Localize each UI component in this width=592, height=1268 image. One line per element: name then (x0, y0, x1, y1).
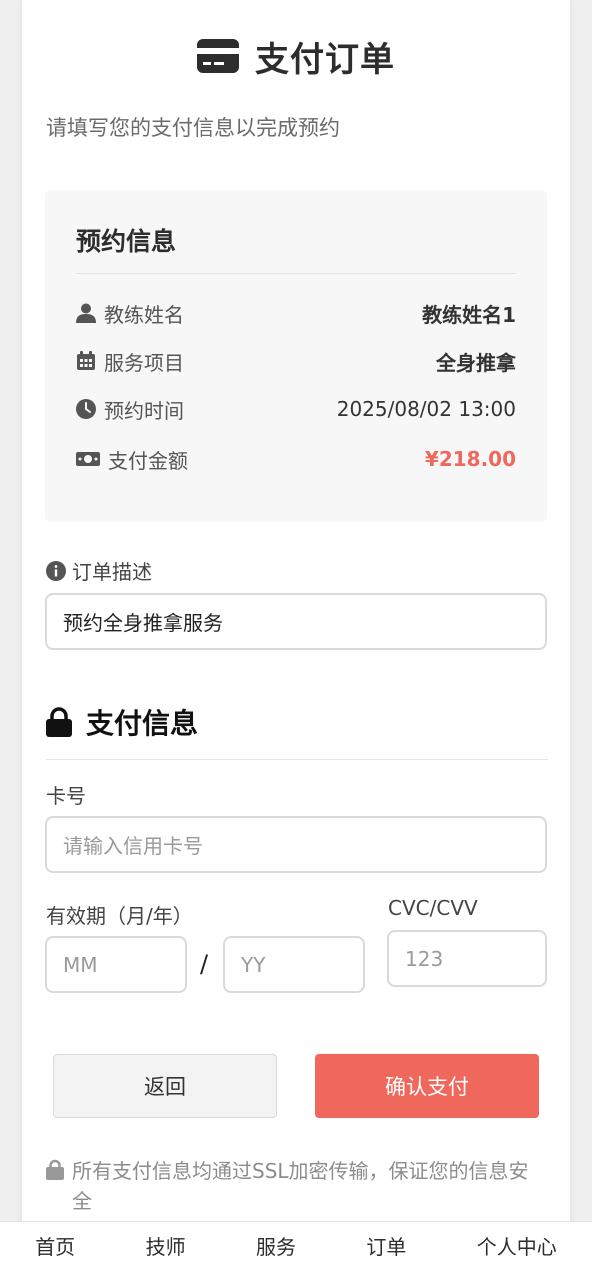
payment-card: 支付订单 请填写您的支付信息以完成预约 预约信息 教练姓名 教练姓名1 服务项目… (22, 0, 570, 1268)
info-icon (46, 560, 66, 581)
security-note-text: 所有支付信息均通过SSL加密传输，保证您的信息安全 (72, 1159, 529, 1213)
expiry-year-input[interactable]: YY (223, 936, 365, 993)
coach-name-row: 教练姓名 教练姓名1 (76, 298, 516, 328)
booking-info-title: 预约信息 (76, 227, 177, 256)
lock-icon (46, 1159, 64, 1180)
service-label: 服务项目 (104, 350, 184, 375)
cvc-label: CVC/CVV (388, 896, 478, 920)
confirm-payment-button[interactable]: 确认支付 (315, 1054, 539, 1118)
service-value: 全身推拿 (436, 350, 516, 375)
order-description-input[interactable]: 预约全身推拿服务 (45, 593, 547, 650)
page-title: 支付订单 (255, 39, 395, 80)
bottom-nav: 首页 技师 服务 订单 个人中心 (0, 1221, 592, 1268)
expiry-label: 有效期（月/年） (46, 904, 193, 928)
clock-icon (76, 399, 96, 419)
calendar-icon (77, 351, 95, 370)
cvc-input[interactable]: 123 (387, 930, 547, 987)
page-subtitle: 请填写您的支付信息以完成预约 (46, 116, 340, 140)
divider (76, 273, 516, 274)
nav-orders[interactable]: 订单 (366, 1231, 406, 1260)
back-button[interactable]: 返回 (53, 1054, 277, 1118)
card-number-input[interactable]: 请输入信用卡号 (45, 816, 547, 873)
coach-name-value: 教练姓名1 (422, 302, 516, 327)
nav-technicians[interactable]: 技师 (146, 1231, 186, 1260)
amount-row: 支付金额 ¥218.00 (76, 444, 516, 474)
time-row: 预约时间 2025/08/02 13:00 (76, 394, 516, 424)
divider (46, 759, 548, 760)
payment-info-title: 支付信息 (46, 702, 198, 742)
user-icon (76, 303, 96, 323)
credit-card-icon (197, 39, 239, 73)
expiry-separator: / (200, 950, 209, 978)
nav-profile[interactable]: 个人中心 (477, 1231, 557, 1260)
order-description-label: 订单描述 (46, 556, 152, 585)
money-icon (76, 452, 100, 466)
service-row: 服务项目 全身推拿 (76, 346, 516, 376)
amount-label: 支付金额 (108, 448, 188, 473)
coach-name-label: 教练姓名 (104, 302, 184, 327)
booking-info-box: 预约信息 教练姓名 教练姓名1 服务项目 全身推拿 预约时间 2025/08/0… (45, 190, 547, 522)
expiry-month-input[interactable]: MM (45, 936, 187, 993)
header: 支付订单 (22, 30, 570, 82)
time-value: 2025/08/02 13:00 (336, 397, 516, 421)
lock-icon (46, 707, 72, 737)
security-note: 所有支付信息均通过SSL加密传输，保证您的信息安全 (46, 1156, 546, 1216)
card-number-label: 卡号 (46, 784, 86, 808)
nav-services[interactable]: 服务 (256, 1231, 296, 1260)
amount-value: ¥218.00 (424, 447, 516, 471)
time-label: 预约时间 (104, 398, 184, 423)
nav-home[interactable]: 首页 (35, 1231, 75, 1260)
